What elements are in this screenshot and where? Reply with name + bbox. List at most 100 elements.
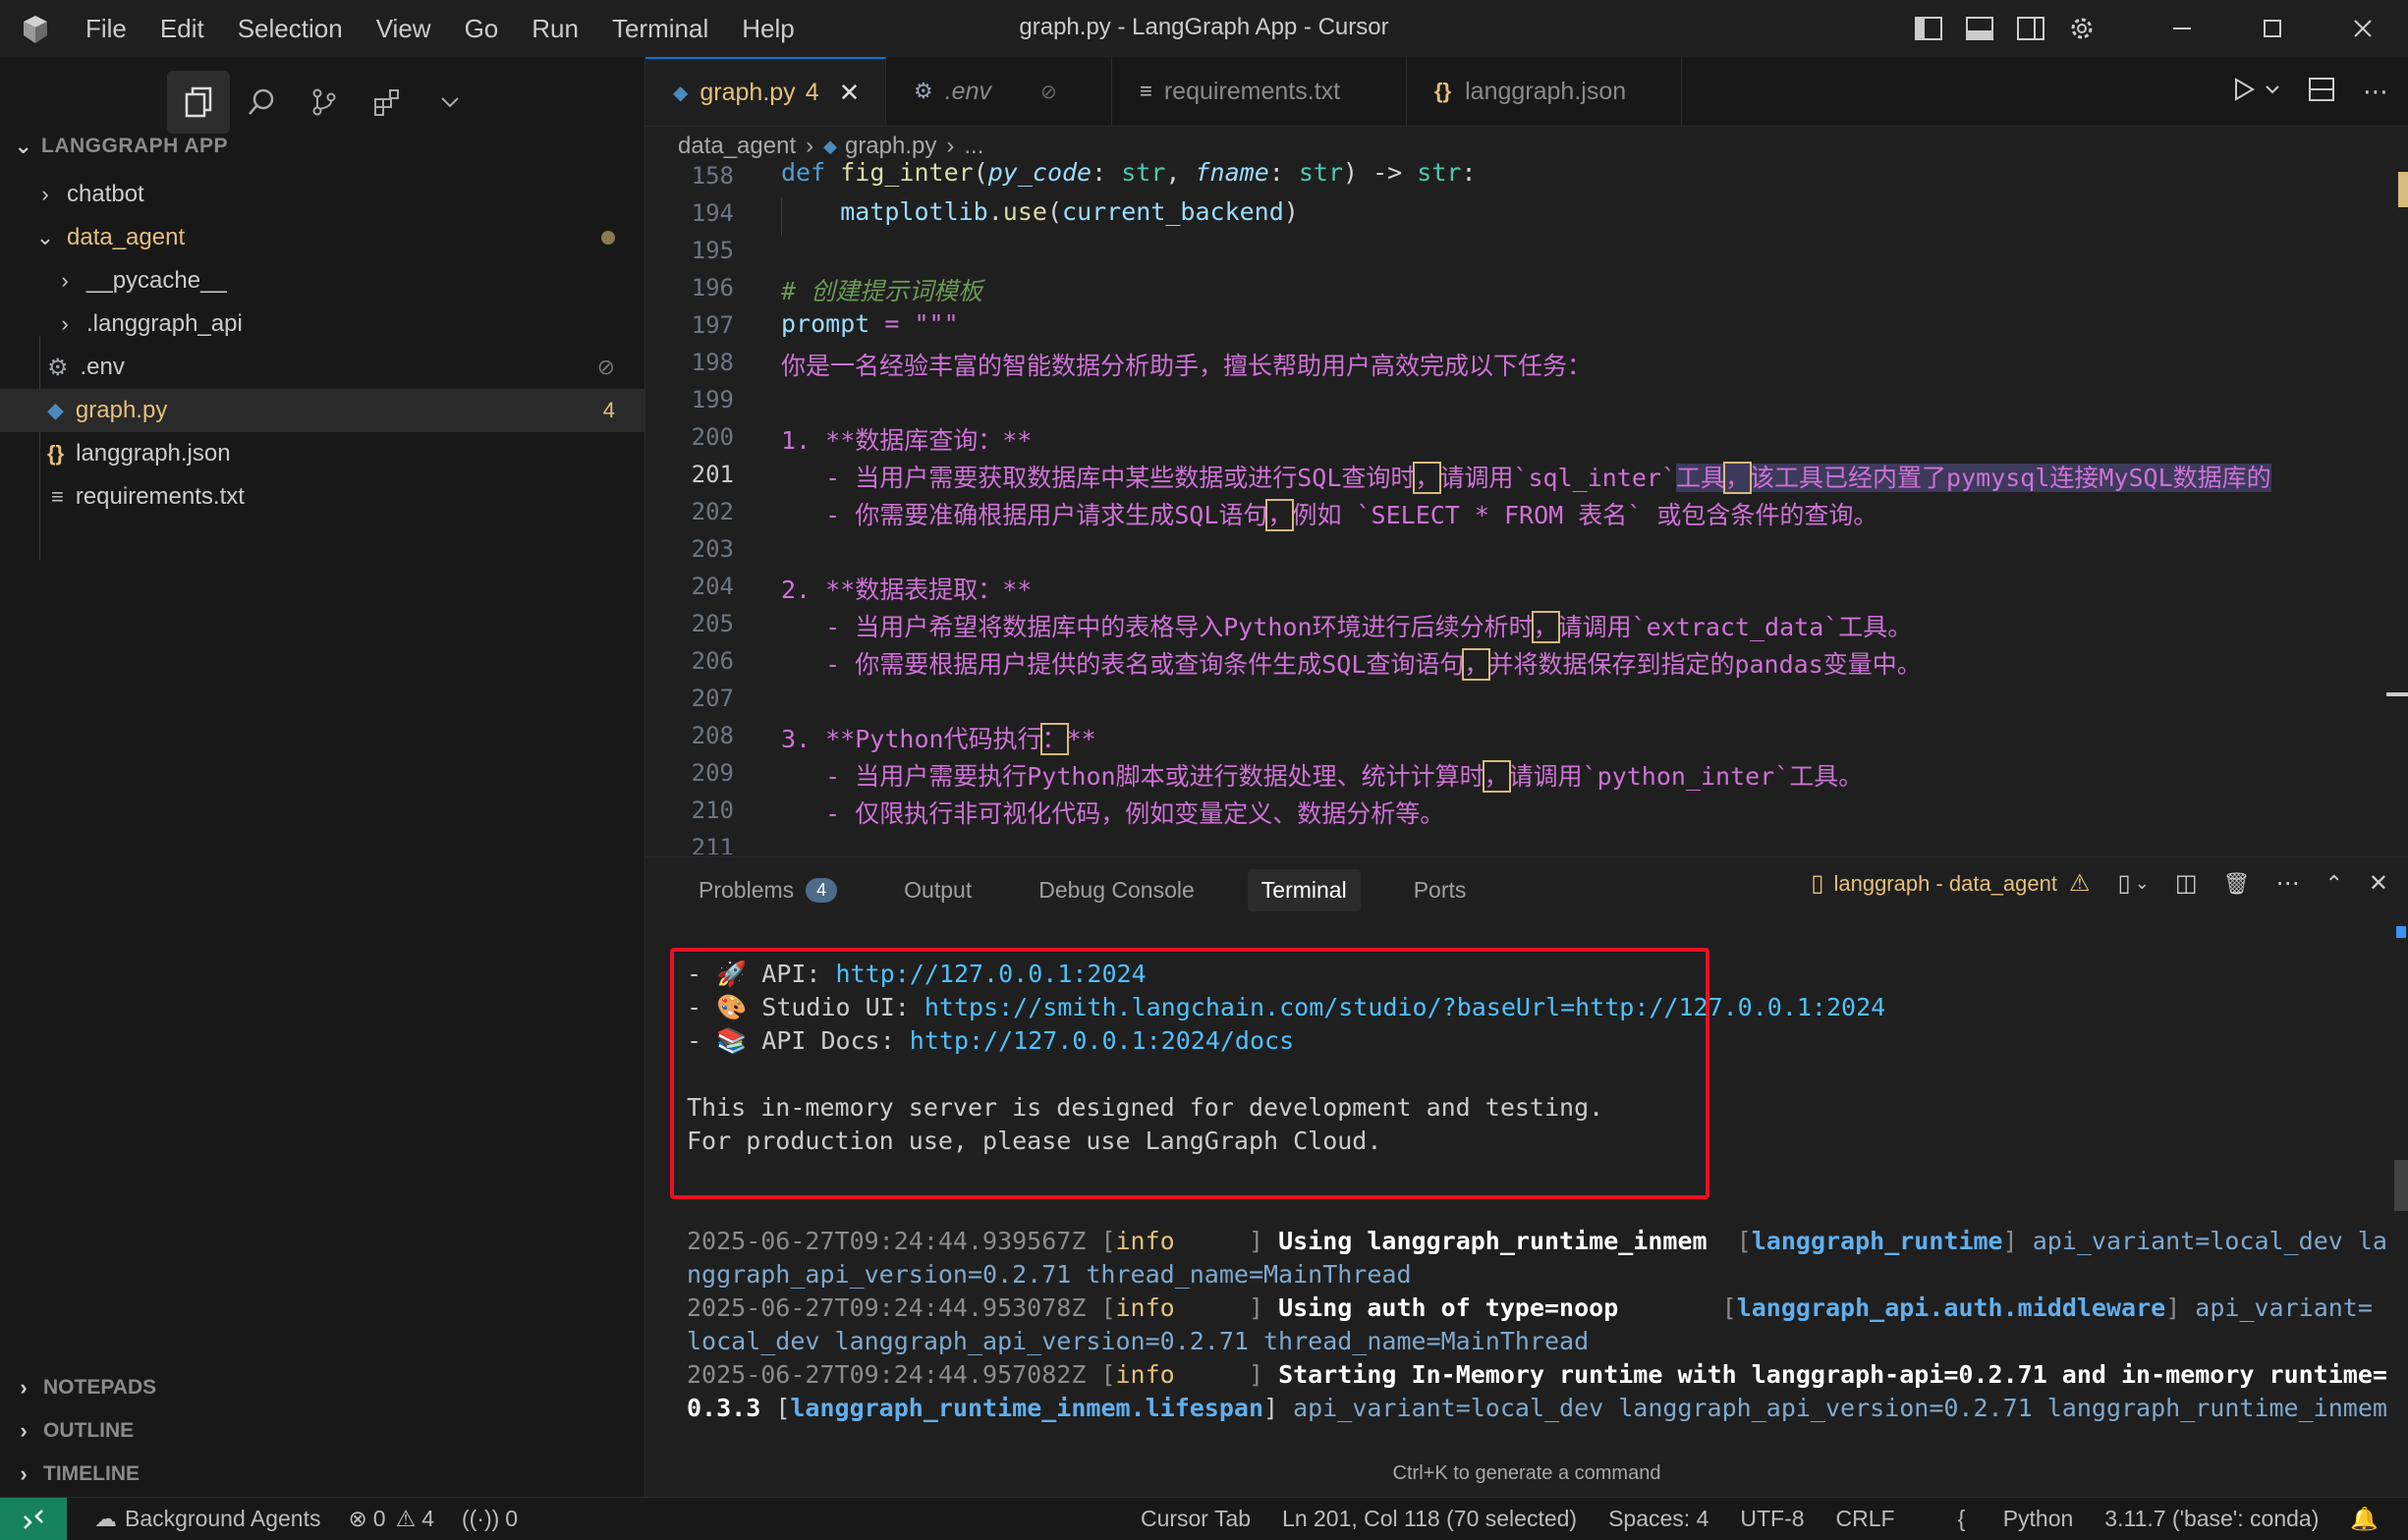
workspace-name: LANGGRAPH APP	[41, 135, 229, 157]
cursor-tab-status[interactable]: Cursor Tab	[1141, 1506, 1251, 1532]
line-ending[interactable]: CRLF	[1836, 1506, 1895, 1532]
encoding[interactable]: UTF-8	[1740, 1506, 1804, 1532]
tab-langgraph-json[interactable]: {} langgraph.json	[1407, 57, 1682, 126]
menu-go[interactable]: Go	[465, 14, 499, 44]
new-terminal-icon[interactable]: ▯	[2118, 869, 2131, 898]
close-panel-icon[interactable]: ✕	[2369, 869, 2388, 898]
terminal-hint: Ctrl+K to generate a command	[1392, 1462, 1661, 1484]
section-timeline[interactable]: › TIMELINE	[14, 1461, 140, 1487]
api-link[interactable]: http://127.0.0.1:2024	[836, 960, 1147, 988]
code-line-current: - 当用户需要获取数据库中某些数据或进行SQL查询时，请调用`sql_inter…	[781, 462, 2271, 494]
lines-icon: ≡	[1140, 79, 1152, 103]
split-terminal-icon[interactable]: ◫	[2175, 869, 2198, 898]
code-line: - 你需要准确根据用户请求生成SQL语句，例如 `SELECT * FROM 表…	[781, 499, 1878, 531]
search-icon[interactable]	[230, 71, 293, 134]
terminal-name[interactable]: langgraph - data_agent	[1833, 871, 2057, 897]
menu-edit[interactable]: Edit	[160, 14, 204, 44]
extensions-icon[interactable]	[356, 71, 419, 134]
line-number: 198	[691, 349, 734, 376]
minimize-icon[interactable]	[2137, 0, 2227, 57]
tree-item-langgraph-json[interactable]: {} langgraph.json	[0, 432, 644, 475]
problems-badge: 4	[806, 878, 838, 903]
menu-view[interactable]: View	[376, 14, 431, 44]
breadcrumb-more[interactable]: ...	[964, 133, 983, 160]
tree-item-chatbot[interactable]: › chatbot	[0, 173, 644, 216]
python-icon: ◆	[47, 398, 64, 422]
remote-indicator-icon[interactable]	[0, 1498, 67, 1540]
language-mode[interactable]: { Python	[1927, 1506, 2074, 1532]
python-interpreter[interactable]: 3.11.7 ('base': conda)	[2104, 1506, 2319, 1532]
maximize-icon[interactable]	[2227, 0, 2318, 57]
line-number: 194	[691, 199, 734, 227]
more-actions-icon[interactable]: ⋯	[2275, 869, 2299, 898]
chevron-down-icon[interactable]: ⌄	[2135, 873, 2150, 894]
menu-file[interactable]: File	[85, 14, 127, 44]
docs-link[interactable]: http://127.0.0.1:2024/docs	[910, 1026, 1294, 1055]
tab-env[interactable]: ⚙ .env ⊘	[886, 57, 1112, 126]
indentation[interactable]: Spaces: 4	[1608, 1506, 1708, 1532]
chevron-right-icon: ›	[946, 133, 955, 159]
code-line: prompt = """	[781, 309, 959, 338]
tree-item-pycache[interactable]: › __pycache__	[0, 259, 644, 302]
studio-link[interactable]: https://smith.langchain.com/studio/?base…	[924, 993, 1885, 1021]
tab-problems[interactable]: Problems 4	[685, 869, 851, 911]
tab-requirements[interactable]: ≡ requirements.txt	[1112, 57, 1407, 126]
terminal-log-line: 2025-06-27T09:24:44.939567Z [info ] Usin…	[687, 1227, 2387, 1255]
trash-icon[interactable]: 🗑	[2223, 871, 2251, 897]
section-outline[interactable]: › OUTLINE	[14, 1418, 134, 1444]
line-number: 195	[691, 237, 734, 264]
toggle-panel-icon[interactable]	[1954, 0, 2005, 57]
panel-tabs: Problems 4 Output Debug Console Terminal …	[685, 869, 1519, 911]
menu-help[interactable]: Help	[742, 14, 794, 44]
explorer-files-icon[interactable]	[167, 71, 230, 134]
bell-icon[interactable]: 🔔	[2350, 1506, 2379, 1532]
background-agents[interactable]: ☁ Background Agents	[94, 1506, 320, 1532]
tree-item-data-agent[interactable]: ⌄ data_agent	[0, 216, 644, 259]
ignored-icon: ⊘	[1040, 81, 1057, 103]
tree-item-graph-py[interactable]: ◆ graph.py 4	[0, 389, 644, 432]
chevron-down-icon: ⌄	[35, 225, 55, 249]
tab-graph-py[interactable]: ◆ graph.py 4 ✕	[645, 57, 886, 126]
tree-item-env[interactable]: ⚙ .env ⊘	[0, 346, 644, 389]
line-number: 197	[691, 311, 734, 339]
split-editor-icon[interactable]	[2308, 77, 2335, 107]
breadcrumb-folder[interactable]: data_agent	[678, 133, 796, 160]
cursor-position[interactable]: Ln 201, Col 118 (70 selected)	[1282, 1506, 1577, 1532]
code-line: - 你需要根据用户提供的表名或查询条件生成SQL查询语句，并将数据保存到指定的p…	[781, 648, 1922, 681]
cursor-logo-icon	[24, 16, 47, 43]
run-play-icon[interactable]	[2231, 77, 2257, 107]
tab-terminal[interactable]: Terminal	[1247, 869, 1361, 911]
menu-selection[interactable]: Selection	[238, 14, 343, 44]
menu-run[interactable]: Run	[532, 14, 579, 44]
close-window-icon[interactable]	[2318, 0, 2408, 57]
more-views-chevron-icon[interactable]	[419, 71, 481, 134]
breadcrumb-file[interactable]: graph.py	[845, 133, 936, 160]
toggle-sidebar-icon[interactable]	[1903, 0, 1954, 57]
terminal-scrollbar-thumb[interactable]	[2394, 1160, 2408, 1211]
explorer-header[interactable]: ⌄ LANGGRAPH APP	[14, 134, 228, 159]
menu-terminal[interactable]: Terminal	[612, 14, 708, 44]
line-number: 199	[691, 386, 734, 413]
section-notepads[interactable]: › NOTEPADS	[14, 1375, 156, 1401]
problems-status[interactable]: ⊗ 0 ⚠ 4	[348, 1506, 434, 1532]
tree-item-requirements[interactable]: ≡ requirements.txt	[0, 475, 644, 519]
more-actions-icon[interactable]: ⋯	[2363, 77, 2388, 107]
line-number: 200	[691, 423, 734, 451]
ports-status[interactable]: ((·)) 0	[462, 1506, 518, 1532]
source-control-icon[interactable]	[293, 71, 356, 134]
tree-item-langgraph-api[interactable]: › .langgraph_api	[0, 302, 644, 346]
chevron-right-icon: ›	[20, 1375, 28, 1400]
tab-debug-console[interactable]: Debug Console	[1025, 869, 1208, 911]
settings-gear-icon[interactable]	[2056, 0, 2107, 57]
tab-ports[interactable]: Ports	[1400, 869, 1481, 911]
close-tab-icon[interactable]: ✕	[839, 78, 861, 108]
code-editor[interactable]: 158 194 195 196 197 198 199 200 201 202 …	[645, 162, 2408, 854]
toggle-secondary-sidebar-icon[interactable]	[2005, 0, 2056, 57]
maximize-panel-chevron-up-icon[interactable]: ⌃	[2324, 871, 2342, 897]
line-number: 196	[691, 274, 734, 302]
line-number: 203	[691, 535, 734, 563]
tab-output[interactable]: Output	[890, 869, 985, 911]
run-dropdown-chevron-icon[interactable]	[2265, 82, 2280, 102]
terminal-log-line: 2025-06-27T09:24:44.953078Z [info ] Usin…	[687, 1293, 2373, 1322]
problems-count: 4	[602, 398, 615, 422]
